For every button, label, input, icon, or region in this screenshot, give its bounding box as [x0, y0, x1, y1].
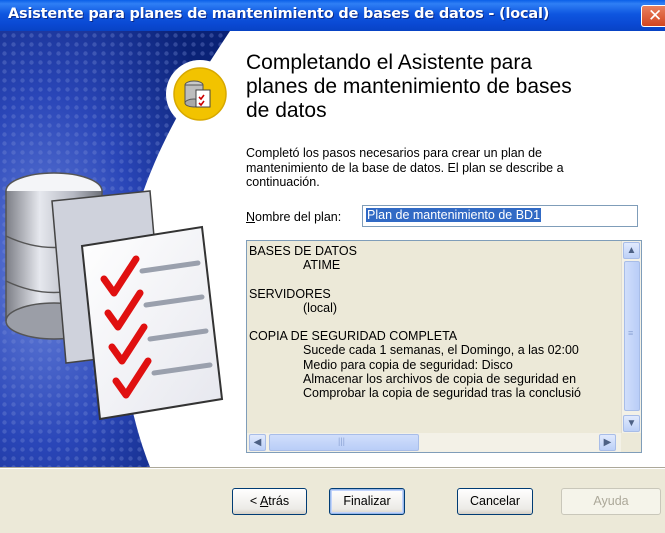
summary-line: (local): [303, 300, 338, 315]
plan-name-value: Plan de mantenimiento de BD1: [366, 208, 542, 222]
summary-line: Medio para copia de seguridad: Disco: [303, 357, 513, 372]
summary-line: BASES DE DATOS: [249, 244, 357, 258]
summary-line: SERVIDORES: [249, 286, 331, 301]
plan-name-label-text: ombre del plan:: [255, 210, 342, 224]
database-checklist-icon: [173, 67, 227, 121]
title-bar: Asistente para planes de mantenimiento d…: [0, 0, 665, 31]
vertical-scrollbar[interactable]: ▲ ≡ ▼: [621, 241, 641, 434]
page-title-line: planes de mantenimiento de bases: [246, 75, 572, 98]
summary-line: COPIA DE SEGURIDAD COMPLETA: [249, 329, 458, 344]
plan-summary-text: BASES DE DATOS ATIME SERVIDORES (local) …: [249, 244, 619, 430]
close-button[interactable]: ✕: [641, 5, 665, 27]
page-title: Completando el Asistente para planes de …: [246, 51, 651, 123]
vertical-scroll-thumb[interactable]: ≡: [624, 261, 640, 411]
scroll-left-button[interactable]: ◀: [249, 434, 266, 451]
plan-summary-box[interactable]: BASES DE DATOS ATIME SERVIDORES (local) …: [246, 240, 642, 453]
page-title-line: de datos: [246, 99, 327, 122]
description-line: mantenimiento de la base de datos. El pl…: [246, 160, 564, 175]
summary-line: Almacenar los archivos de copia de segur…: [303, 371, 577, 386]
window-title: Asistente para planes de mantenimiento d…: [8, 6, 550, 22]
summary-line: Sucede cada 1 semanas, el Domingo, a las…: [303, 343, 579, 358]
horizontal-scrollbar[interactable]: ◀ ||| ▶: [247, 433, 621, 452]
scrollbar-corner: [621, 433, 641, 452]
page-title-line: Completando el Asistente para: [246, 51, 533, 74]
horizontal-scroll-thumb[interactable]: |||: [269, 434, 419, 451]
description-line: continuación.: [246, 175, 320, 189]
finish-button[interactable]: Finalizar: [329, 488, 405, 515]
finish-button-label: Finalizar: [343, 494, 391, 508]
wizard-content: Completando el Asistente para planes de …: [230, 31, 665, 467]
close-icon: ✕: [648, 6, 663, 26]
database-checklist-art: [0, 31, 230, 467]
back-button[interactable]: < Atrás: [232, 488, 307, 515]
cancel-button[interactable]: Cancelar: [457, 488, 533, 515]
back-button-prefix: <: [249, 494, 260, 508]
footer-divider: [0, 467, 665, 469]
summary-line: Comprobar la copia de seguridad tras la …: [303, 386, 581, 400]
help-button: Ayuda: [561, 488, 661, 515]
help-button-label: Ayuda: [593, 494, 629, 508]
description-line: Completó los pasos necesarios para crear…: [246, 146, 543, 160]
wizard-side-panel: [0, 31, 230, 467]
cancel-button-label: Cancelar: [469, 494, 521, 508]
page-description: Completó los pasos necesarios para crear…: [246, 146, 646, 190]
scroll-right-button[interactable]: ▶: [599, 434, 616, 451]
scroll-up-button[interactable]: ▲: [623, 242, 640, 259]
plan-name-input[interactable]: Plan de mantenimiento de BD1: [362, 205, 638, 227]
plan-name-accelerator: N: [246, 210, 256, 224]
scroll-down-button[interactable]: ▼: [623, 415, 640, 432]
summary-line: ATIME: [303, 258, 341, 273]
back-button-label: trás: [268, 494, 290, 508]
plan-name-label: Nombre del plan:: [246, 210, 341, 224]
